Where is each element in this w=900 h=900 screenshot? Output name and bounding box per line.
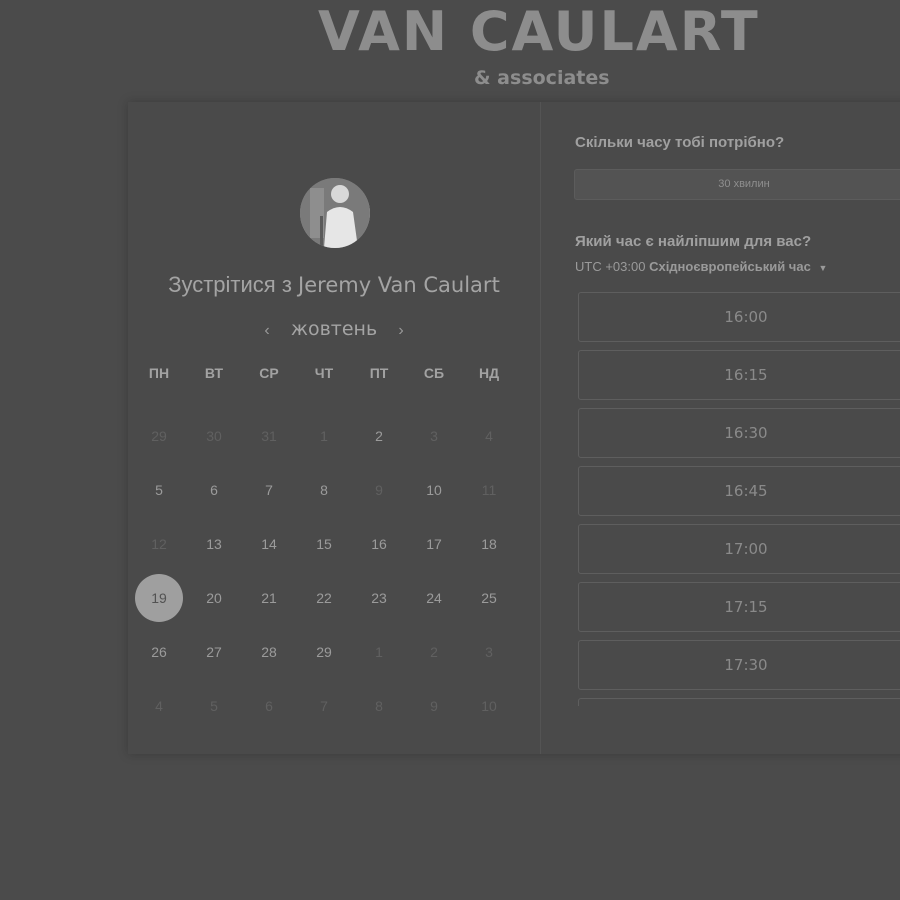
person-photo-icon [300,178,370,248]
calendar-day[interactable]: 21 [245,574,293,622]
time-question: Який час є найліпшим для вас? [575,233,812,250]
meet-prefix: Зустрітися з [168,272,292,297]
calendar-day[interactable]: 8 [300,466,348,514]
booking-card: Зустрітися з Jeremy Van Caulart ‹ жовтен… [128,102,900,754]
weekday-header: ЧТ [314,365,334,381]
calendar-day[interactable]: 24 [410,574,458,622]
calendar-week-row: 26 27 28 29 1 2 3 [131,628,543,682]
prev-month-icon[interactable]: ‹ [255,316,279,346]
calendar-day[interactable]: 28 [245,628,293,676]
calendar-day[interactable]: 16 [355,520,403,568]
brand-header: VAN CAULART & associates [0,0,900,100]
calendar-day[interactable]: 29 [300,628,348,676]
brand-subtitle: & associates [474,67,610,89]
calendar-day[interactable]: 17 [410,520,458,568]
calendar-day[interactable]: 2 [355,412,403,460]
calendar-day: 2 [430,644,438,660]
time-slot-button[interactable]: 17:15 [578,582,900,632]
calendar-day: 4 [485,428,493,444]
duration-question: Скільки часу тобі потрібно? [575,134,785,151]
time-panel: Скільки часу тобі потрібно? 30 хвилин Як… [541,102,900,754]
time-slot-button[interactable]: 16:00 [578,292,900,342]
calendar-day: 5 [210,698,218,714]
calendar-day[interactable]: 18 [465,520,513,568]
calendar-week-row: 29 30 31 1 2 3 4 [131,412,543,466]
calendar-day[interactable]: 26 [135,628,183,676]
time-slot-button[interactable]: 16:30 [578,408,900,458]
timezone-name: Східноєвропейський час [649,259,811,274]
calendar-day: 8 [375,698,383,714]
calendar-day[interactable]: 22 [300,574,348,622]
calendar-day: 1 [320,428,328,444]
calendar-day: 30 [206,428,222,444]
caret-down-icon: ▼ [818,263,828,273]
weekday-header: СР [259,365,279,381]
calendar-day: 9 [375,482,383,498]
calendar-day[interactable]: 23 [355,574,403,622]
month-navigation: ‹ жовтень › [128,314,540,346]
weekday-header: НД [478,365,500,381]
calendar-day: 3 [485,644,493,660]
weekday-header: ПН [148,365,170,381]
timezone-offset: UTC +03:00 [575,259,646,274]
time-slot-button[interactable] [578,698,900,706]
month-label: жовтень [290,318,378,340]
calendar-day: 10 [481,698,497,714]
calendar-day: 3 [430,428,438,444]
weekday-header: ПТ [369,365,389,381]
time-slot-list: 16:00 16:15 16:30 16:45 17:00 17:15 17:30 [578,292,900,706]
brand-title: VAN CAULART [318,0,760,63]
time-slot-button[interactable]: 17:30 [578,640,900,690]
calendar-day[interactable]: 14 [245,520,293,568]
calendar-week-row: 4 5 6 7 8 9 10 [131,682,543,736]
calendar-week-row: 12 13 14 15 16 17 18 [131,520,543,574]
calendar-day[interactable]: 13 [190,520,238,568]
calendar-day: 1 [375,644,383,660]
calendar-day: 7 [320,698,328,714]
calendar-day: 4 [155,698,163,714]
calendar-day: 29 [151,428,167,444]
calendar-day-selected[interactable]: 19 [135,574,183,622]
calendar-day: 6 [265,698,273,714]
calendar-day[interactable]: 25 [465,574,513,622]
calendar-day[interactable]: 7 [245,466,293,514]
calendar-day: 9 [430,698,438,714]
meet-heading: Зустрітися з Jeremy Van Caulart [128,270,540,300]
time-slot-button[interactable]: 16:45 [578,466,900,516]
calendar-day: 11 [481,482,497,498]
host-name: Jeremy Van Caulart [298,273,500,297]
calendar-day[interactable]: 5 [135,466,183,514]
duration-select[interactable]: 30 хвилин [574,169,900,200]
time-slot-button[interactable]: 17:00 [578,524,900,574]
calendar-day[interactable]: 20 [190,574,238,622]
calendar-day[interactable]: 27 [190,628,238,676]
calendar-day[interactable]: 6 [190,466,238,514]
timezone-selector[interactable]: UTC +03:00 Східноєвропейський час ▼ [575,259,827,274]
calendar-day[interactable]: 15 [300,520,348,568]
calendar-day: 31 [261,428,277,444]
weekday-header: ВТ [204,365,224,381]
weekday-header: СБ [423,365,445,381]
next-month-icon[interactable]: › [389,316,413,346]
avatar [300,178,370,248]
calendar-day[interactable]: 10 [410,466,458,514]
calendar-day: 12 [151,536,167,552]
calendar-week-row: 5 6 7 8 9 10 11 [131,466,543,520]
time-slot-button[interactable]: 16:15 [578,350,900,400]
calendar-week-row: 19 20 21 22 23 24 25 [131,574,543,628]
calendar-panel: Зустрітися з Jeremy Van Caulart ‹ жовтен… [128,102,541,754]
